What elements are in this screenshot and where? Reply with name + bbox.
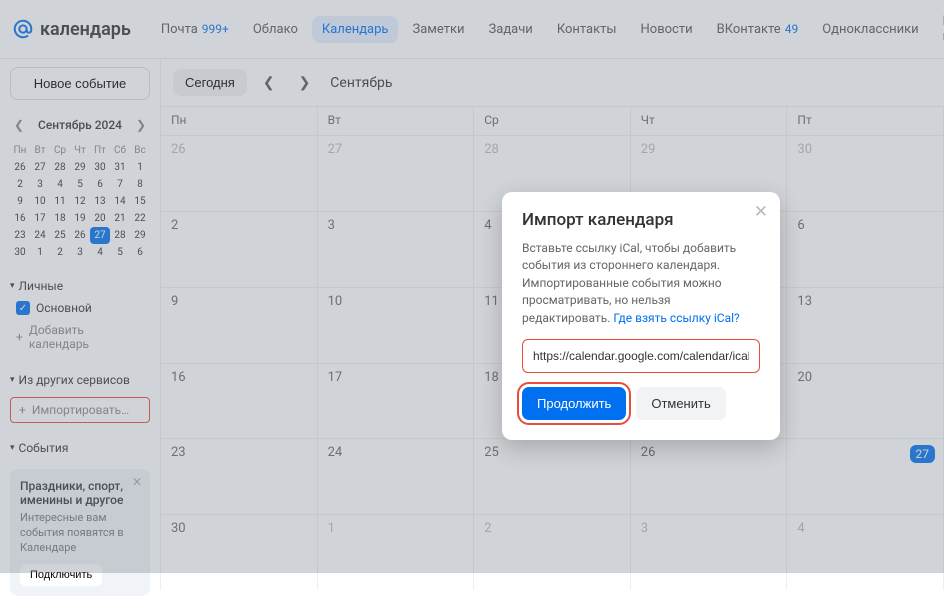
continue-button[interactable]: Продолжить — [522, 387, 626, 420]
import-calendar-modal: ✕ Импорт календаря Вставьте ссылку iCal,… — [502, 192, 780, 440]
close-icon[interactable]: ✕ — [754, 202, 768, 222]
cancel-button[interactable]: Отменить — [636, 387, 725, 420]
ical-help-link[interactable]: Где взять ссылку iCal? — [613, 311, 739, 325]
modal-title: Импорт календаря — [522, 210, 760, 230]
modal-description: Вставьте ссылку iCal, чтобы добавить соб… — [522, 240, 760, 327]
ical-url-input[interactable] — [522, 339, 760, 373]
modal-overlay[interactable] — [0, 0, 944, 573]
